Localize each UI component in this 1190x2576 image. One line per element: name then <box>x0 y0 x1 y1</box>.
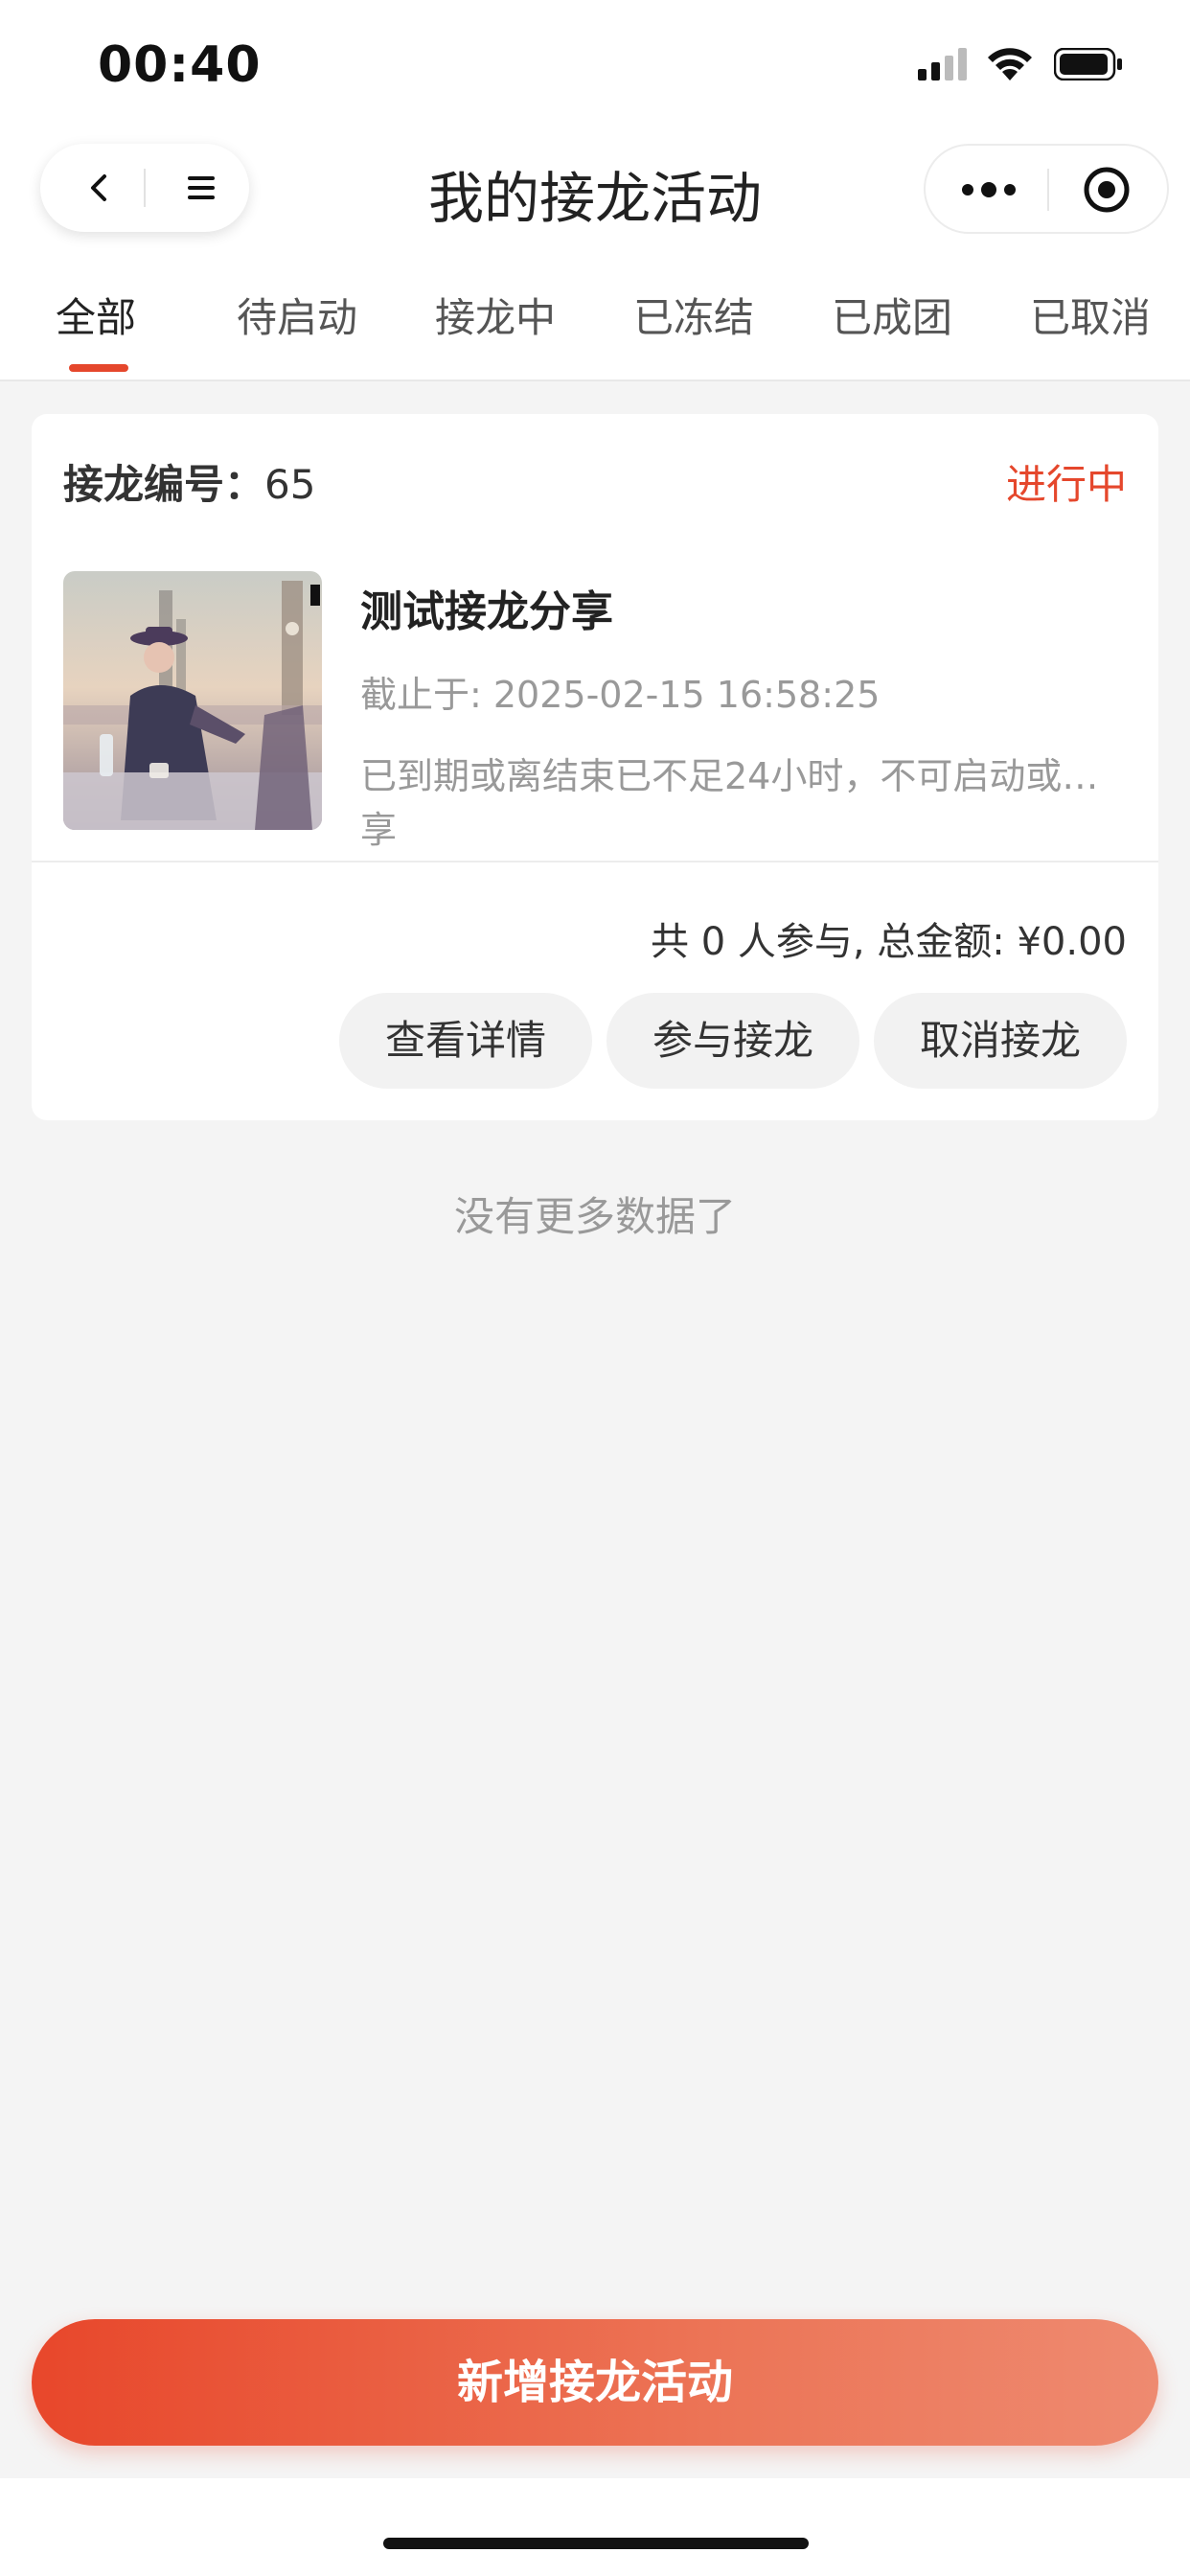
tab-all[interactable]: 全部 <box>56 286 136 344</box>
cancel-activity-button[interactable]: 取消接龙 <box>874 993 1127 1089</box>
card-divider <box>32 861 1158 862</box>
view-details-button[interactable]: 查看详情 <box>339 993 592 1089</box>
participation-summary: 共 0 人参与, 总金额: ¥0.00 <box>650 920 1127 964</box>
status-time: 00:40 <box>98 36 262 94</box>
wifi-icon <box>988 48 1032 80</box>
bottom-safe-area <box>0 2478 1190 2576</box>
add-activity-button[interactable]: 新增接龙活动 <box>32 2319 1158 2446</box>
active-tab-indicator <box>69 364 128 372</box>
battery-icon <box>1054 48 1122 80</box>
activity-title[interactable]: 测试接龙分享 <box>360 577 613 638</box>
activity-deadline: 截止于: 2025-02-15 16:58:25 <box>360 674 881 716</box>
activity-description: 已到期或离结束已不足24小时，不可启动或…享 <box>360 755 1099 851</box>
tab-grouped[interactable]: 已成团 <box>832 286 952 344</box>
tab-pending-start[interactable]: 待启动 <box>237 286 357 344</box>
home-indicator <box>383 2538 809 2549</box>
order-number: 65 <box>264 461 316 508</box>
capsule-divider <box>1047 169 1049 211</box>
activity-thumbnail[interactable] <box>63 571 322 830</box>
status-badge: 进行中 <box>1005 461 1127 508</box>
tab-frozen[interactable]: 已冻结 <box>633 286 754 344</box>
more-icon[interactable] <box>958 169 1019 211</box>
tab-in-progress[interactable]: 接龙中 <box>435 286 556 344</box>
order-prefix: 接龙编号： <box>63 461 265 508</box>
list-end-text: 没有更多数据了 <box>453 1193 736 1240</box>
close-miniprogram-icon[interactable] <box>1083 166 1131 214</box>
order-number-label: 接龙编号：65 <box>63 452 315 511</box>
join-button[interactable]: 参与接龙 <box>606 993 859 1089</box>
cellular-signal-icon <box>918 48 967 80</box>
tab-cancelled[interactable]: 已取消 <box>1030 286 1151 344</box>
miniprogram-capsule <box>924 144 1169 234</box>
